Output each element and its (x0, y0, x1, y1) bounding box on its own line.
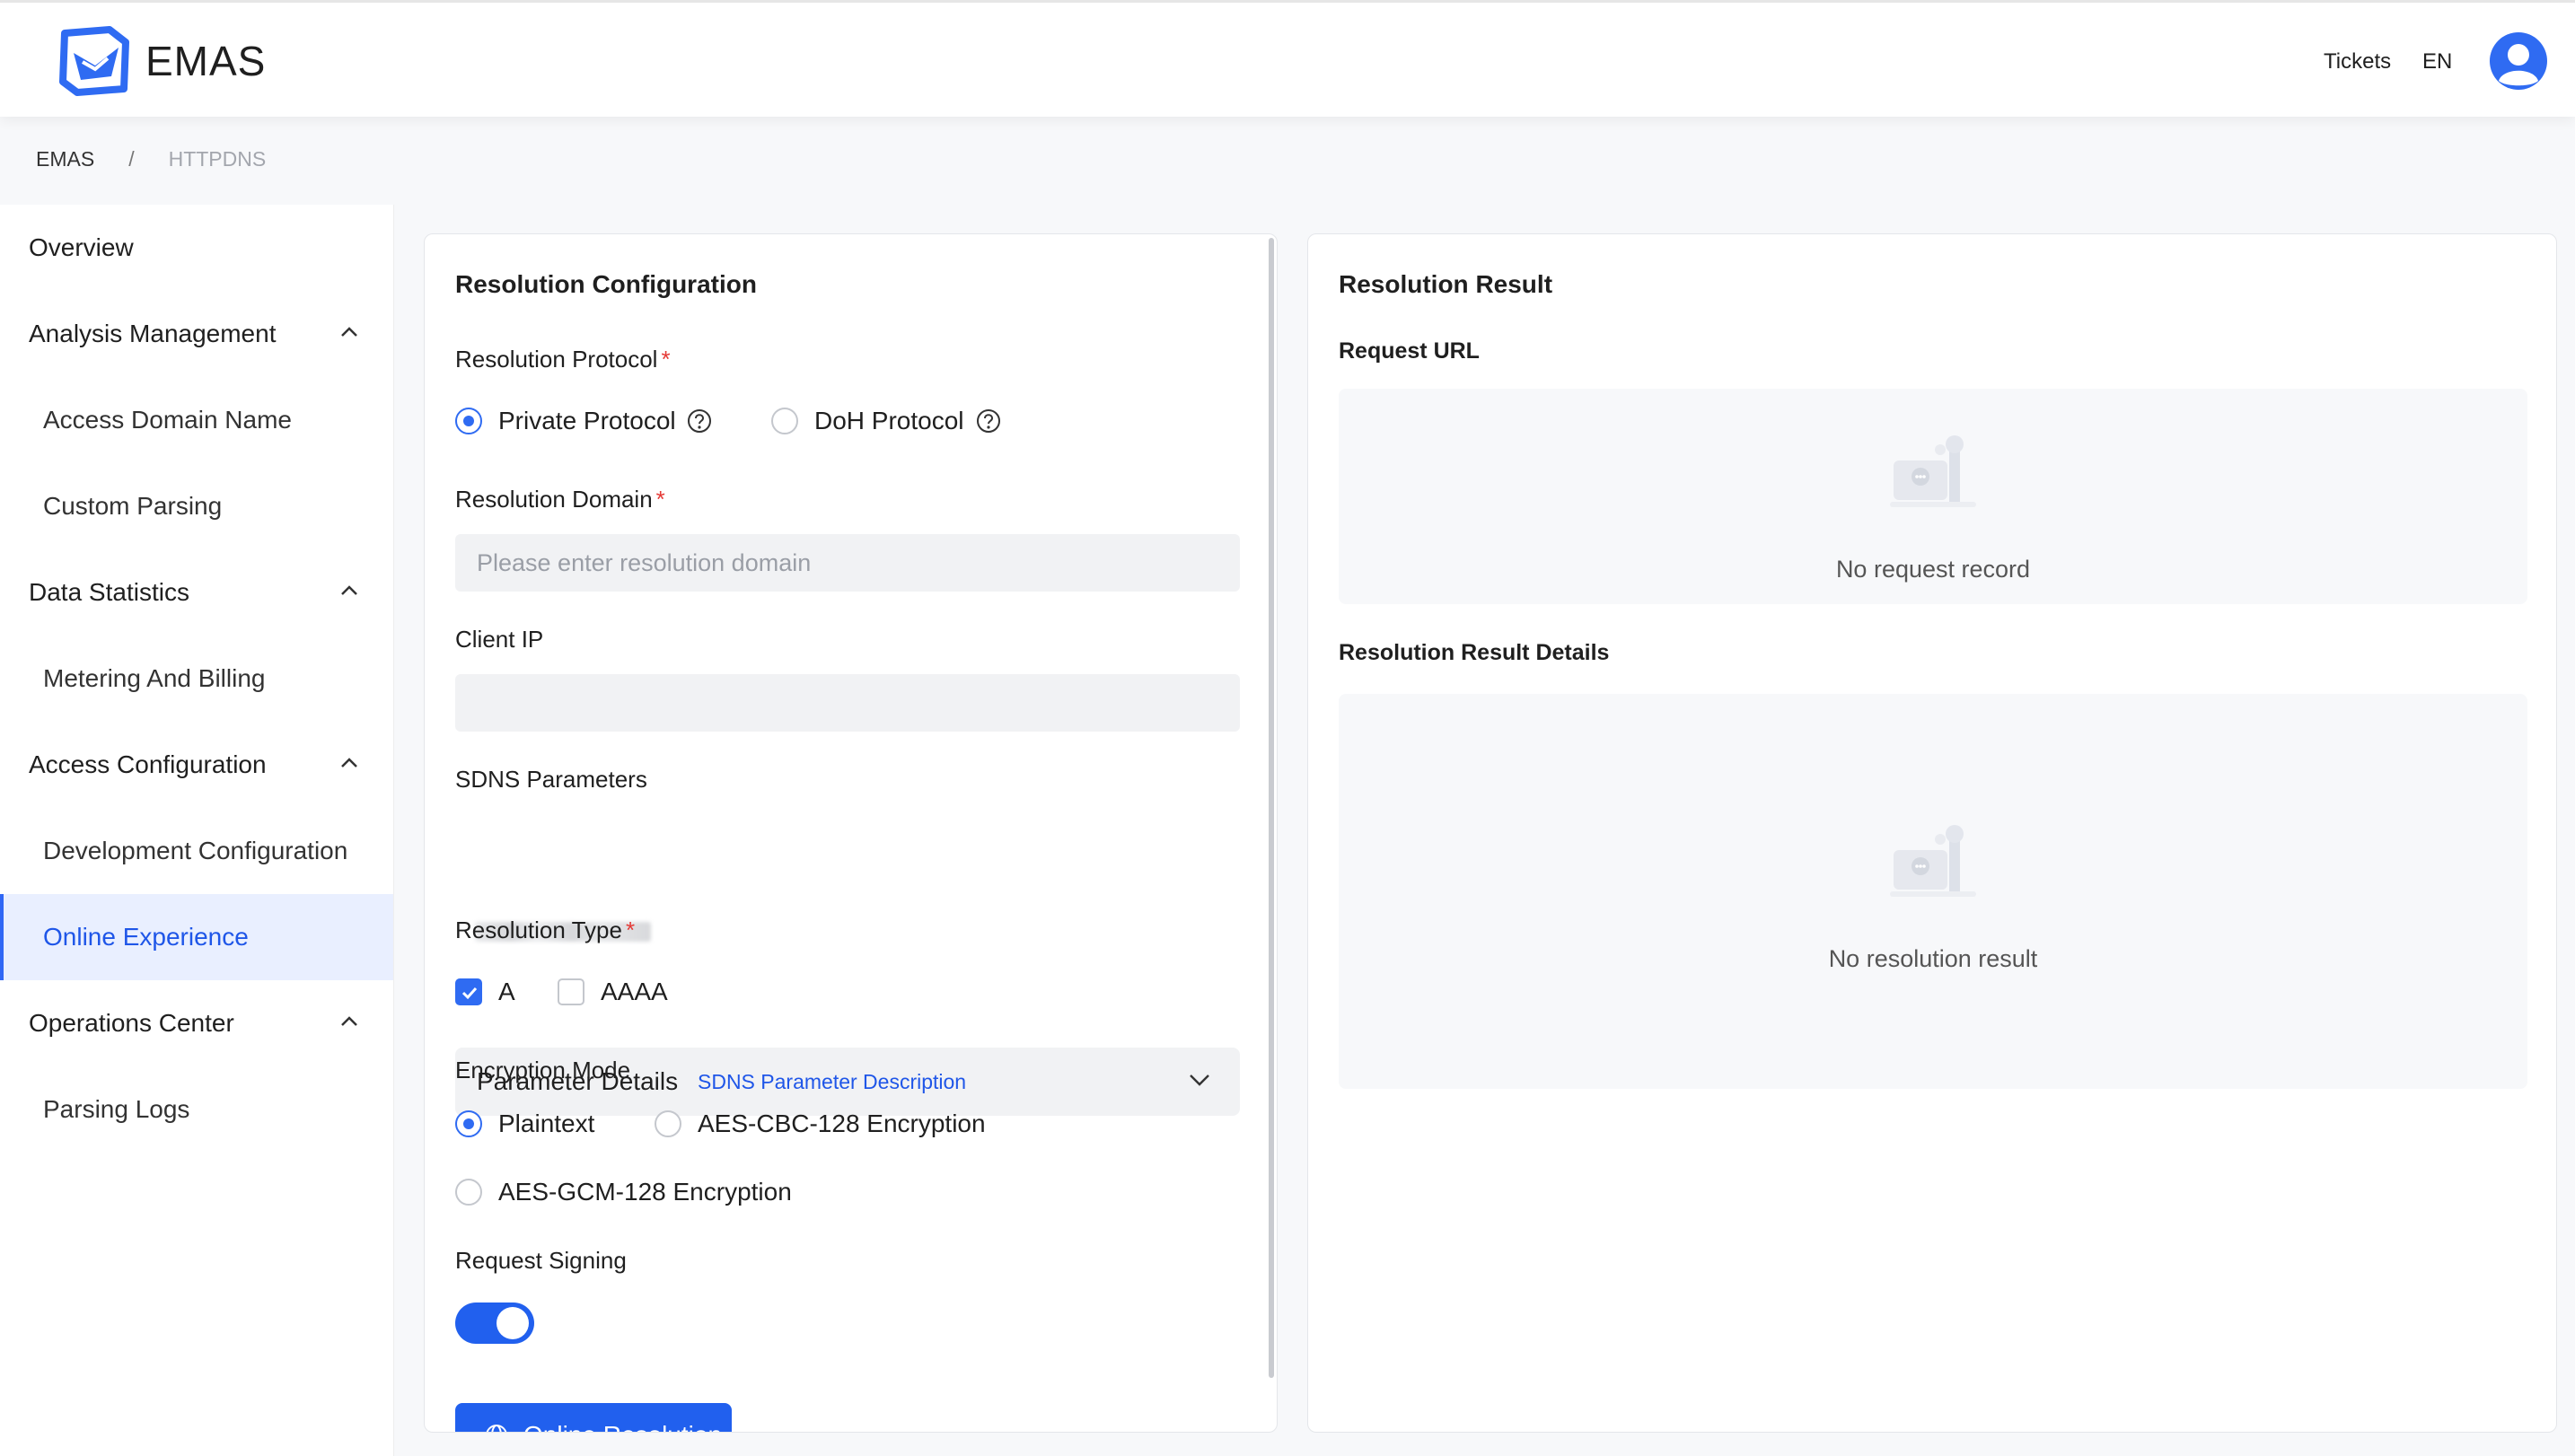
doh-protocol-radio[interactable] (771, 408, 798, 434)
sidebar-item-label: Access Configuration (29, 750, 267, 778)
result-title: Resolution Result (1339, 270, 1553, 298)
empty-state-icon (1890, 435, 1976, 507)
sidebar-item-label: Online Experience (43, 923, 249, 951)
emas-logo-icon (59, 26, 129, 96)
language-switch[interactable]: EN (2422, 49, 2452, 75)
sidebar-group-operations-center[interactable]: Operations Center (0, 980, 393, 1066)
private-protocol-radio[interactable] (455, 408, 482, 434)
sidebar-item-development-configuration[interactable]: Development Configuration (0, 808, 393, 894)
config-scrollbar[interactable] (1269, 238, 1274, 1378)
sidebar-item-custom-parsing[interactable]: Custom Parsing (0, 463, 393, 549)
type-a-checkbox[interactable] (455, 978, 482, 1005)
chevron-down-icon[interactable] (1188, 1071, 1211, 1089)
resolution-configuration-card: Resolution Configuration Resolution Prot… (424, 233, 1278, 1433)
required-mark: * (661, 346, 671, 373)
request-url-empty: No request record (1339, 389, 2527, 604)
sdns-description-link[interactable]: SDNS Parameter Description (698, 1070, 966, 1094)
empty-state-icon (1890, 825, 1976, 897)
sidebar-item-overview[interactable]: Overview (0, 205, 393, 291)
online-resolution-button[interactable]: Online Resolution (455, 1403, 732, 1432)
domain-label-text: Resolution Domain (455, 486, 653, 513)
domain-label: Resolution Domain * (455, 486, 665, 513)
brand-name: EMAS (145, 38, 267, 84)
aes-gcm-radio[interactable] (455, 1179, 482, 1206)
type-label: Resolution Type * (455, 917, 635, 944)
private-protocol-option[interactable]: Private Protocol (498, 407, 676, 435)
sidebar-item-label: Access Domain Name (43, 406, 292, 434)
sidebar-item-label: Operations Center (29, 1009, 234, 1037)
sidebar-group-analysis-management[interactable]: Analysis Management (0, 291, 393, 377)
sidebar-item-label: Overview (29, 233, 134, 261)
chevron-up-icon[interactable] (339, 583, 359, 598)
chevron-up-icon[interactable] (339, 1014, 359, 1029)
type-a-option[interactable]: A (498, 978, 515, 1006)
request-empty-text: No request record (1835, 556, 2031, 583)
result-details-empty: No resolution result (1339, 694, 2527, 1089)
config-title: Resolution Configuration (455, 270, 757, 298)
result-empty-text: No resolution result (1828, 945, 2038, 972)
doh-protocol-option[interactable]: DoH Protocol (814, 407, 964, 435)
sidebar-item-access-domain-name[interactable]: Access Domain Name (0, 377, 393, 463)
required-mark: * (655, 486, 665, 513)
help-circle-icon[interactable] (976, 408, 1001, 434)
top-header: EMAS Tickets EN (0, 0, 2575, 117)
encryption-label: Encryption Mode (455, 1057, 631, 1083)
tickets-link[interactable]: Tickets (2324, 49, 2391, 75)
sidebar-group-access-configuration[interactable]: Access Configuration (0, 722, 393, 808)
check-icon (461, 987, 478, 1000)
aes-cbc-option[interactable]: AES-CBC-128 Encryption (698, 1110, 986, 1138)
type-label-text: Resolution Type (455, 917, 622, 943)
aes-cbc-radio[interactable] (655, 1110, 681, 1137)
sidebar-item-label: Parsing Logs (43, 1095, 190, 1123)
signing-label: Request Signing (455, 1247, 627, 1274)
sidebar-item-label: Analysis Management (29, 320, 277, 347)
breadcrumb: EMAS / HTTPDNS (36, 147, 266, 171)
chevron-up-icon[interactable] (339, 756, 359, 770)
sidebar-item-metering-and-billing[interactable]: Metering And Billing (0, 636, 393, 722)
breadcrumb-root[interactable]: EMAS (36, 147, 94, 171)
sidebar-item-online-experience[interactable]: Online Experience (0, 894, 393, 980)
online-resolution-label: Online Resolution (523, 1421, 722, 1432)
sdns-label: SDNS Parameters (455, 766, 647, 793)
plaintext-radio[interactable] (455, 1110, 482, 1137)
type-aaaa-option[interactable]: AAAA (601, 978, 668, 1006)
client-ip-field[interactable] (455, 674, 1240, 732)
globe-icon (486, 1425, 507, 1432)
request-url-label: Request URL (1339, 338, 1480, 364)
sidebar: Overview Analysis Management Access Doma… (0, 205, 394, 1456)
sidebar-item-parsing-logs[interactable]: Parsing Logs (0, 1066, 393, 1153)
sidebar-group-data-statistics[interactable]: Data Statistics (0, 549, 393, 636)
required-mark: * (625, 917, 636, 943)
chevron-up-icon[interactable] (339, 325, 359, 339)
user-avatar-icon[interactable] (2489, 31, 2548, 91)
client-ip-label: Client IP (455, 626, 544, 653)
sidebar-item-label: Development Configuration (43, 837, 348, 864)
breadcrumb-current: HTTPDNS (168, 147, 267, 171)
protocol-label: Resolution Protocol * (455, 346, 671, 373)
resolution-result-card: Resolution Result Request URL No request… (1307, 233, 2557, 1433)
result-details-label: Resolution Result Details (1339, 640, 1610, 665)
sidebar-item-label: Metering And Billing (43, 664, 266, 692)
resolution-domain-input[interactable] (455, 534, 1240, 592)
request-signing-toggle[interactable] (455, 1303, 534, 1344)
sidebar-item-label: Data Statistics (29, 578, 189, 606)
sidebar-item-label: Custom Parsing (43, 492, 223, 520)
protocol-label-text: Resolution Protocol (455, 346, 658, 373)
help-circle-icon[interactable] (687, 408, 712, 434)
plaintext-option[interactable]: Plaintext (498, 1110, 594, 1138)
breadcrumb-separator: / (128, 147, 135, 171)
aes-gcm-option[interactable]: AES-GCM-128 Encryption (498, 1178, 792, 1206)
type-aaaa-checkbox[interactable] (558, 978, 584, 1005)
